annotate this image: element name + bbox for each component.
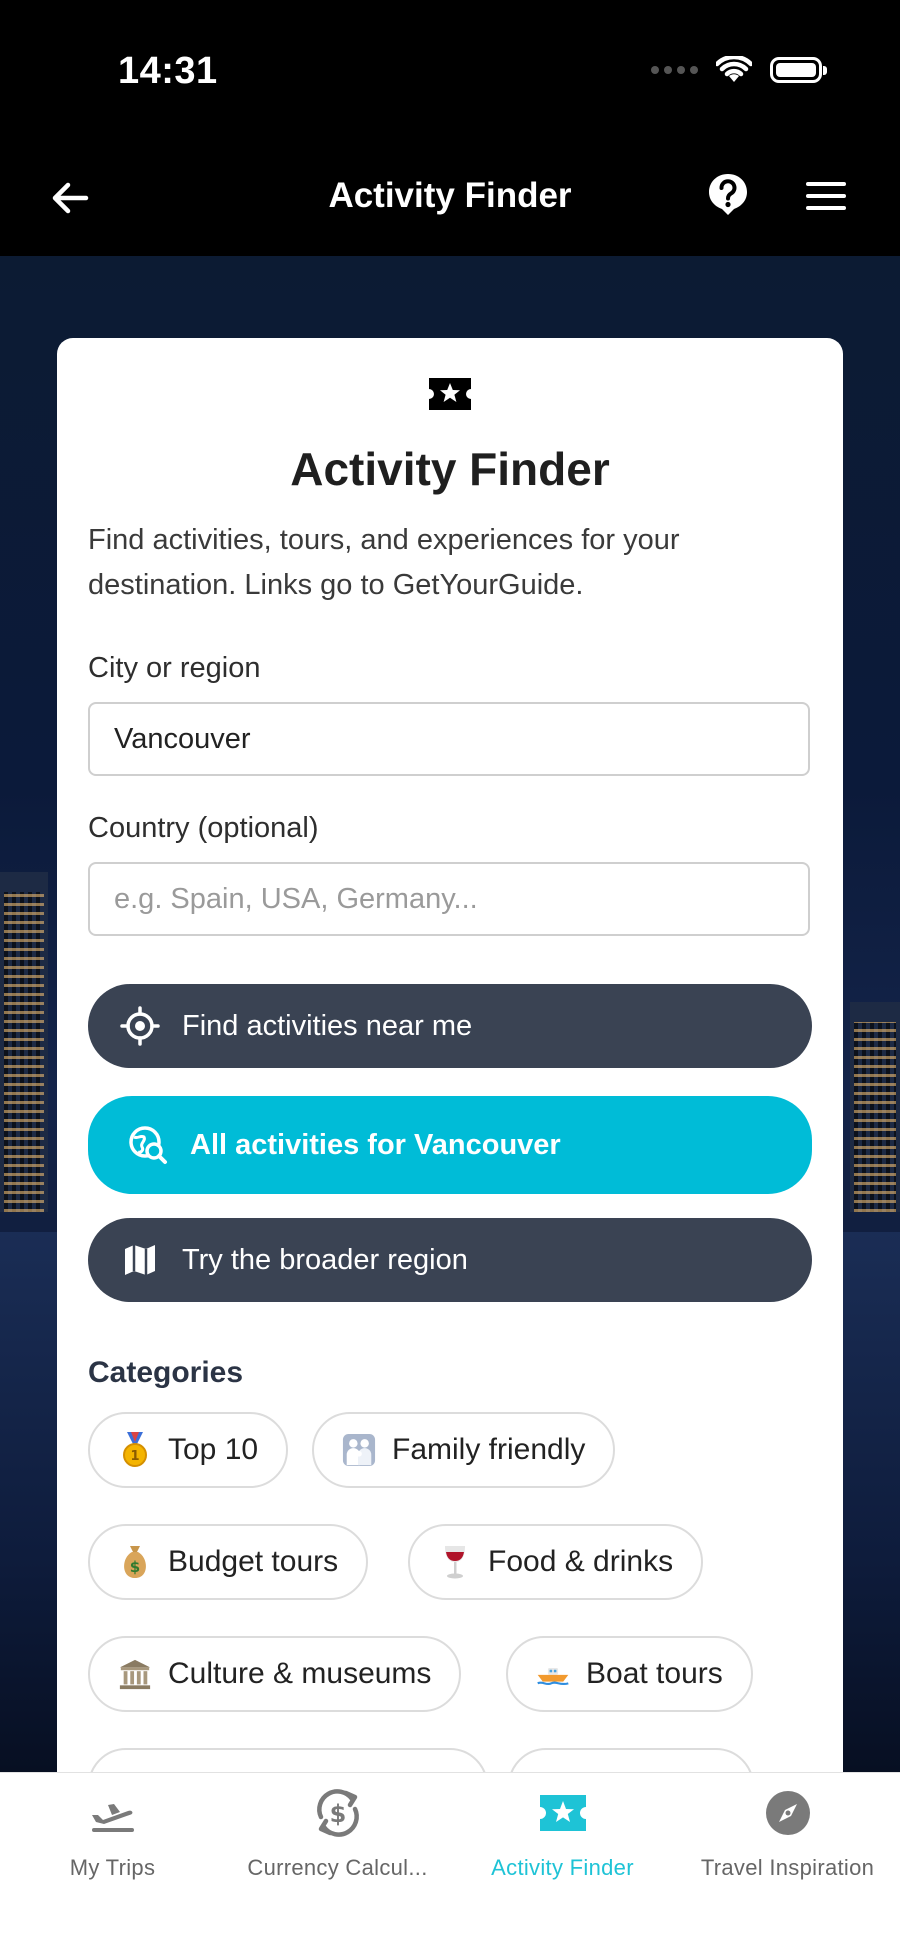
nav-item-travel-inspiration[interactable]: Travel Inspiration bbox=[675, 1787, 900, 1881]
all-activities-label: All activities for Vancouver bbox=[190, 1128, 561, 1161]
categories-heading: Categories bbox=[88, 1356, 244, 1389]
compass-icon bbox=[762, 1787, 814, 1839]
chip-label: Boat tours bbox=[586, 1657, 723, 1690]
country-input[interactable] bbox=[88, 862, 810, 936]
nav-label: Activity Finder bbox=[491, 1855, 634, 1880]
wine-glass-icon bbox=[438, 1545, 472, 1579]
hamburger-menu-icon[interactable] bbox=[804, 180, 848, 212]
category-chip-boat-tours[interactable]: Boat tours bbox=[506, 1636, 753, 1712]
broader-region-button[interactable]: Try the broader region bbox=[88, 1218, 812, 1302]
battery-icon bbox=[770, 57, 827, 83]
category-chip-family-friendly[interactable]: Family friendly bbox=[312, 1412, 616, 1488]
card-title: Activity Finder bbox=[290, 443, 610, 495]
category-chip-top-10[interactable]: 1 Top 10 bbox=[88, 1412, 289, 1488]
nav-item-activity-finder[interactable]: Activity Finder bbox=[450, 1787, 675, 1881]
category-chip-culture-museums[interactable]: Culture & museums bbox=[88, 1636, 462, 1712]
currency-exchange-icon: $ bbox=[312, 1787, 364, 1839]
bottom-navigation: My Trips $ Currency Calcul... Activity F… bbox=[0, 1772, 900, 1958]
location-target-icon bbox=[120, 1006, 160, 1046]
svg-text:1: 1 bbox=[130, 1449, 139, 1464]
broader-region-label: Try the broader region bbox=[182, 1243, 468, 1276]
activity-finder-card: Activity Finder Find activities, tours, … bbox=[57, 338, 843, 1838]
ticket-star-icon bbox=[537, 1787, 589, 1839]
family-icon bbox=[342, 1433, 376, 1467]
map-icon bbox=[120, 1240, 160, 1280]
status-time: 14:31 bbox=[118, 50, 218, 92]
help-icon[interactable] bbox=[706, 172, 750, 216]
status-bar: 14:31 bbox=[0, 0, 900, 140]
svg-text:$: $ bbox=[329, 1800, 346, 1828]
chip-label: Top 10 bbox=[168, 1433, 259, 1466]
app-bar: Activity Finder bbox=[0, 140, 900, 256]
find-near-me-label: Find activities near me bbox=[182, 1009, 473, 1042]
medal-icon: 1 bbox=[118, 1432, 152, 1467]
app-bar-title: Activity Finder bbox=[328, 176, 572, 215]
nav-label: My Trips bbox=[69, 1855, 156, 1880]
all-activities-button[interactable]: All activities for Vancouver bbox=[88, 1096, 812, 1194]
nav-label: Travel Inspiration bbox=[700, 1855, 875, 1880]
chip-label: Food & drinks bbox=[488, 1545, 674, 1578]
chip-label: Culture & museums bbox=[168, 1657, 432, 1690]
city-input[interactable] bbox=[88, 702, 810, 776]
category-chip-food-drinks[interactable]: Food & drinks bbox=[408, 1524, 704, 1600]
money-bag-icon: $ bbox=[118, 1545, 152, 1579]
chip-label: Budget tours bbox=[168, 1545, 339, 1578]
nav-label: Currency Calcul... bbox=[247, 1855, 428, 1880]
card-description: Find activities, tours, and experiences … bbox=[88, 524, 680, 601]
museum-icon bbox=[118, 1657, 152, 1691]
cellular-signal-icon bbox=[651, 66, 698, 74]
chip-label: Family friendly bbox=[392, 1433, 586, 1466]
category-chip-budget-tours[interactable]: $ Budget tours bbox=[88, 1524, 369, 1600]
svg-text:$: $ bbox=[130, 1558, 140, 1576]
boat-icon bbox=[536, 1657, 570, 1691]
city-label: City or region bbox=[88, 652, 261, 684]
ticket-star-icon bbox=[429, 378, 471, 410]
status-icons bbox=[651, 56, 827, 84]
find-near-me-button[interactable]: Find activities near me bbox=[88, 984, 812, 1068]
globe-search-icon bbox=[128, 1125, 168, 1165]
airplane-departure-icon bbox=[87, 1787, 139, 1839]
nav-item-currency-calculator[interactable]: $ Currency Calcul... bbox=[225, 1787, 450, 1881]
wifi-icon bbox=[716, 56, 752, 82]
nav-item-my-trips[interactable]: My Trips bbox=[0, 1787, 225, 1881]
country-label: Country (optional) bbox=[88, 812, 319, 844]
